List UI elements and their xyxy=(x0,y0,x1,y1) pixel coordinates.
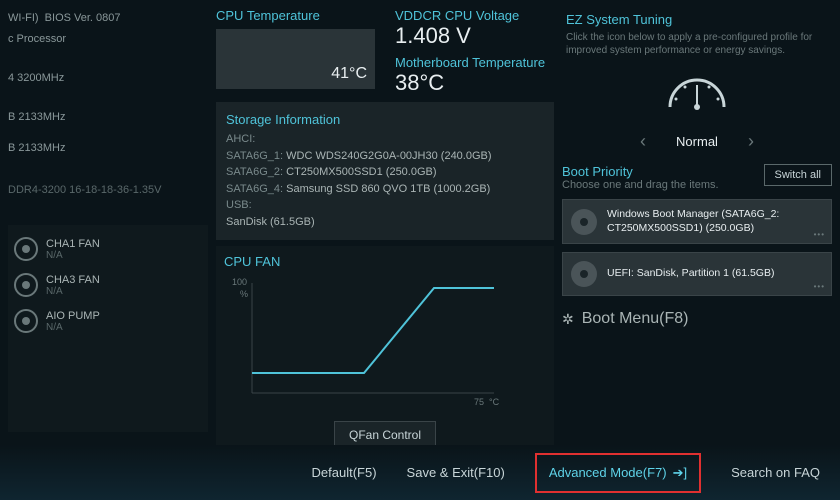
svg-text:75: 75 xyxy=(474,397,484,407)
drag-handle-icon[interactable]: ••• xyxy=(814,230,825,239)
fan-icon xyxy=(14,273,38,297)
disk-icon xyxy=(571,209,597,235)
cpu-temp-value: 41°C xyxy=(331,65,367,83)
boot-menu-icon: ✲ xyxy=(562,311,574,328)
mb-temp-label: Motherboard Temperature xyxy=(395,55,554,70)
boot-desc: Choose one and drag the items. xyxy=(562,179,719,191)
exit-icon: ➔] xyxy=(673,465,688,481)
mb-temp-value: 38°C xyxy=(395,70,554,96)
cpu-temp-label: CPU Temperature xyxy=(216,8,375,23)
system-info-block: WI-FI) BIOS Ver. 0807 c Processor 4 3200… xyxy=(8,8,208,201)
mem-timing: DDR4-3200 16-18-18-36-1.35V xyxy=(8,180,208,201)
fan-label: AIO PUMP xyxy=(46,310,100,322)
fan-item[interactable]: CHA3 FAN N/A xyxy=(14,267,202,303)
disk-icon xyxy=(571,261,597,287)
chart-unit: % xyxy=(240,289,248,299)
bios-version: BIOS Ver. 0807 xyxy=(45,12,121,24)
boot-menu-button[interactable]: ✲ Boot Menu(F8) xyxy=(562,310,832,328)
default-button[interactable]: Default(F5) xyxy=(312,465,377,480)
chart-y-max: 100 xyxy=(232,277,247,287)
profile-next-icon[interactable]: › xyxy=(748,131,754,152)
fan-item[interactable]: AIO PUMP N/A xyxy=(14,303,202,339)
tuning-gauge-icon[interactable] xyxy=(566,69,828,119)
boot-item-label: UEFI: SanDisk, Partition 1 (61.5GB) xyxy=(607,267,823,281)
vddcr-label: VDDCR CPU Voltage xyxy=(395,8,554,23)
sys-tuning-desc: Click the icon below to apply a pre-conf… xyxy=(566,31,828,57)
boot-menu-label: Boot Menu(F8) xyxy=(582,310,689,328)
mem-slot-b: B 2133MHz xyxy=(8,138,208,159)
switch-all-button[interactable]: Switch all xyxy=(764,164,832,186)
vddcr-value: 1.408 V xyxy=(395,23,554,49)
advanced-mode-button[interactable]: Advanced Mode(F7) ➔] xyxy=(535,453,701,493)
cpu-fan-title: CPU FAN xyxy=(224,254,546,269)
fan-curve-chart[interactable]: 100 % 75 °C xyxy=(224,273,504,413)
boot-title: Boot Priority xyxy=(562,164,719,179)
mem-freq: 4 3200MHz xyxy=(8,68,208,89)
sys-tuning-title: EZ System Tuning xyxy=(566,12,828,27)
ahci-label: AHCI: xyxy=(226,131,544,148)
advanced-mode-label: Advanced Mode(F7) xyxy=(549,465,667,480)
usb-device: SanDisk (61.5GB) xyxy=(226,214,544,231)
wifi-text: WI-FI) xyxy=(8,12,39,24)
fan-status: N/A xyxy=(46,322,100,333)
usb-label: USB: xyxy=(226,197,544,214)
cpu-name-suffix: c Processor xyxy=(8,29,208,50)
save-exit-button[interactable]: Save & Exit(F10) xyxy=(407,465,505,480)
fan-status: N/A xyxy=(46,286,100,297)
fan-label: CHA3 FAN xyxy=(46,274,100,286)
boot-item-label: Windows Boot Manager (SATA6G_2: CT250MX5… xyxy=(607,208,823,235)
profile-name: Normal xyxy=(676,134,718,149)
boot-item[interactable]: UEFI: SanDisk, Partition 1 (61.5GB) ••• xyxy=(562,252,832,296)
pump-icon xyxy=(14,309,38,333)
drag-handle-icon[interactable]: ••• xyxy=(814,282,825,291)
storage-title: Storage Information xyxy=(226,112,544,127)
storage-list: AHCI: SATA6G_1: WDC WDS240G2G0A-00JH30 (… xyxy=(226,131,544,230)
cpu-temp-graph: 41°C xyxy=(216,29,375,89)
boot-item[interactable]: Windows Boot Manager (SATA6G_2: CT250MX5… xyxy=(562,199,832,244)
fan-item[interactable]: CHA1 FAN N/A xyxy=(14,231,202,267)
profile-prev-icon[interactable]: ‹ xyxy=(640,131,646,152)
fan-status: N/A xyxy=(46,250,100,261)
svg-text:°C: °C xyxy=(489,397,500,407)
fan-icon xyxy=(14,237,38,261)
fan-label: CHA1 FAN xyxy=(46,238,100,250)
mem-slot-a: B 2133MHz xyxy=(8,107,208,128)
search-faq-button[interactable]: Search on FAQ xyxy=(731,465,820,480)
